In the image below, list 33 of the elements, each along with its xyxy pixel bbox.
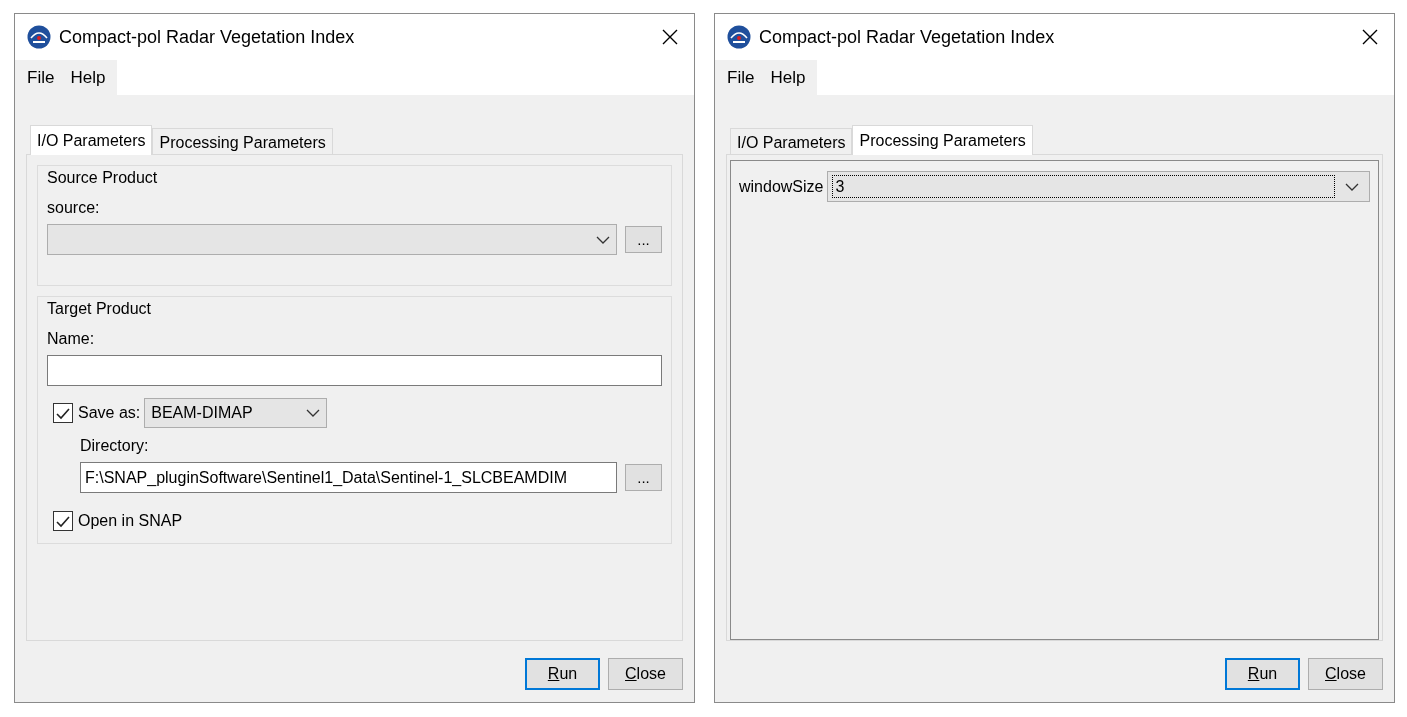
chevron-down-icon [596, 235, 610, 244]
dialog-button[interactable]: Close [1308, 658, 1383, 690]
checkbox-label: Open in SNAP [78, 511, 183, 531]
dialog-button[interactable]: Close [608, 658, 683, 690]
checkbox-label: Save as: [78, 403, 141, 423]
chevron-down-icon [306, 409, 321, 417]
tab[interactable]: I/O Parameters [30, 125, 153, 155]
parameter-dropdown[interactable]: 3 [827, 171, 1370, 202]
menu-item[interactable]: File [19, 60, 63, 95]
group-title: Source Product [47, 168, 158, 188]
dialog-button[interactable]: Run [1225, 658, 1300, 690]
group-title: Target Product [47, 299, 152, 319]
field-label: Name: [47, 329, 96, 349]
tab[interactable]: Processing Parameters [852, 125, 1033, 155]
tab[interactable]: Processing Parameters [152, 128, 333, 154]
directory-field[interactable]: F:\SNAP_pluginSoftware\Sentinel1_Data\Sentinel-1_SLCBEAMDIM [80, 462, 617, 493]
window-title: Compact-pol Radar Vegetation Index [59, 25, 356, 49]
field-label: source: [47, 198, 101, 218]
browse-button[interactable]: ... [625, 226, 662, 253]
tab[interactable]: I/O Parameters [730, 128, 853, 154]
menu-item[interactable]: Help [762, 60, 814, 95]
menu-item[interactable]: File [719, 60, 763, 95]
format-dropdown[interactable]: BEAM-DIMAP [144, 398, 328, 428]
window-title: Compact-pol Radar Vegetation Index [759, 25, 1056, 49]
field-label: Directory: [80, 436, 150, 456]
dialog-button[interactable]: Run [525, 658, 600, 690]
browse-button[interactable]: ... [625, 464, 662, 491]
checkbox[interactable] [53, 403, 73, 423]
name-field[interactable] [47, 355, 662, 386]
parameter-label: windowSize [739, 176, 824, 197]
chevron-down-icon [1345, 182, 1359, 191]
menu-item[interactable]: Help [62, 60, 114, 95]
checkbox[interactable] [53, 511, 73, 531]
